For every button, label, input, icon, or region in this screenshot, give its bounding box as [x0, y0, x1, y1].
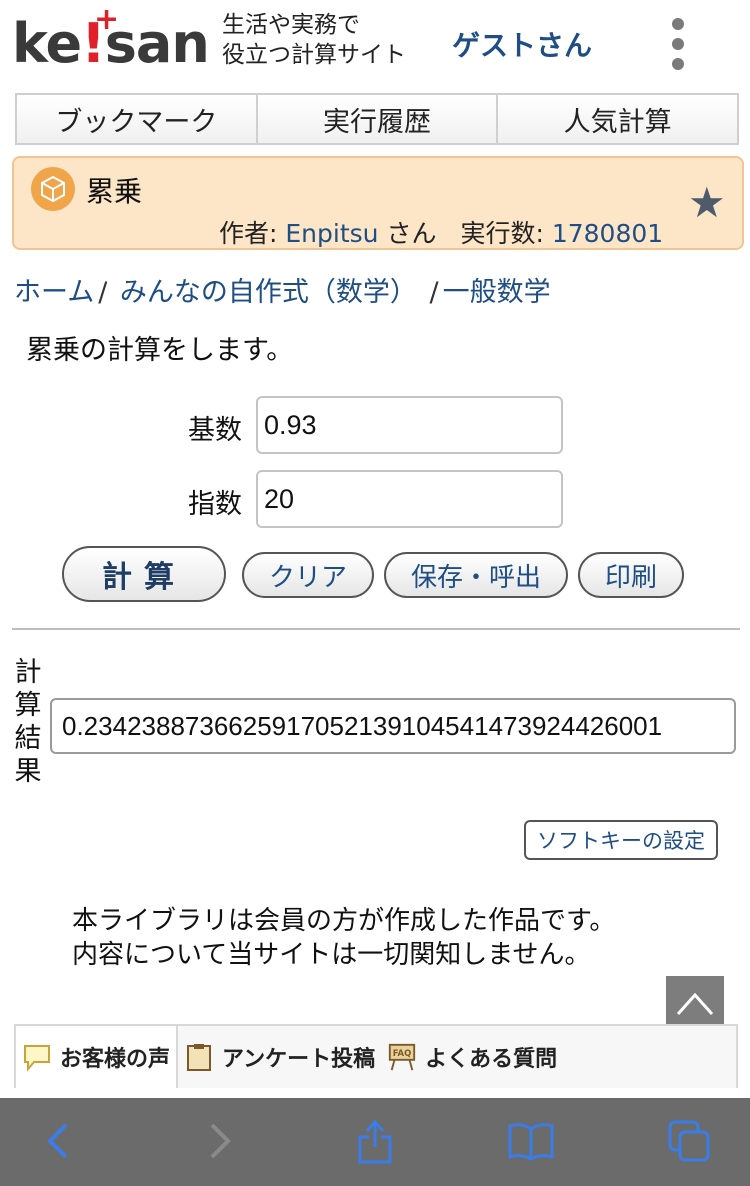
clear-button[interactable]: クリア: [242, 552, 374, 598]
tab-bookmark[interactable]: ブックマーク: [17, 95, 258, 143]
calculator-title: 累乗: [86, 175, 143, 208]
breadcrumb-category[interactable]: みんなの自作式（数学）: [120, 277, 417, 308]
kebab-menu-icon[interactable]: [668, 16, 688, 74]
disclaimer-notice: 本ライブラリは会員の方が作成した作品です。 内容について当サイトは一切関知しませ…: [72, 906, 616, 970]
base-label: 基数: [188, 415, 242, 446]
tabs-icon[interactable]: [664, 1116, 714, 1166]
tab-popular[interactable]: 人気計算: [498, 95, 738, 143]
tab-survey-post[interactable]: アンケート投稿: [178, 1026, 381, 1088]
result-label: 計算結果: [14, 657, 42, 787]
site-logo[interactable]: ke!san +: [12, 2, 212, 76]
calculate-button[interactable]: 計算: [62, 546, 226, 602]
breadcrumb-home[interactable]: ホーム: [14, 277, 94, 308]
calculator-title-box: 累乗 作者: Enpitsu さん 実行数: 1780801 ★: [12, 156, 744, 250]
base-input[interactable]: [256, 396, 563, 454]
share-icon[interactable]: [350, 1116, 400, 1166]
site-tagline: 生活や実務で 役立つ計算サイト: [222, 12, 406, 68]
star-icon[interactable]: ★: [688, 178, 726, 227]
divider: [12, 628, 740, 630]
main-tabs: ブックマーク 実行履歴 人気計算: [15, 93, 739, 145]
print-button[interactable]: 印刷: [578, 552, 684, 598]
save-load-button[interactable]: 保存・呼出: [384, 552, 568, 598]
bookmarks-icon[interactable]: [506, 1116, 556, 1166]
browser-toolbar: [0, 1098, 750, 1186]
breadcrumb-subcategory[interactable]: 一般数学: [443, 277, 551, 308]
run-count: 1780801: [551, 219, 664, 248]
tab-history[interactable]: 実行履歴: [257, 95, 499, 143]
exponent-label: 指数: [188, 489, 242, 520]
logo-plus: +: [94, 2, 120, 37]
result-output[interactable]: 0.23423887366259170521391045414739244260…: [50, 698, 736, 754]
breadcrumb: ホーム / みんなの自作式（数学） / 一般数学: [14, 277, 551, 308]
back-icon[interactable]: [34, 1116, 84, 1166]
support-tabs: お客様の声 アンケート投稿 FAQ よくある質問: [14, 1024, 738, 1088]
svg-text:FAQ: FAQ: [393, 1048, 411, 1058]
speech-bubble-icon: [22, 1042, 52, 1072]
guest-user-link[interactable]: ゲストさん: [452, 24, 592, 64]
exponent-input[interactable]: [256, 470, 563, 528]
author-link[interactable]: Enpitsu: [285, 219, 378, 248]
faq-board-icon: FAQ: [387, 1042, 417, 1072]
calculator-description: 累乗の計算をします。: [26, 335, 294, 366]
site-header: ke!san + 生活や実務で 役立つ計算サイト ゲストさん: [0, 0, 750, 88]
tab-faq[interactable]: FAQ よくある質問: [381, 1026, 563, 1088]
author-info: 作者: Enpitsu さん 実行数: 1780801: [219, 219, 664, 248]
clipboard-icon: [184, 1042, 214, 1072]
forward-icon[interactable]: [194, 1116, 244, 1166]
softkey-settings-button[interactable]: ソフトキーの設定: [524, 820, 718, 860]
tab-customer-voice[interactable]: お客様の声: [16, 1026, 179, 1088]
cube-icon: [31, 167, 75, 211]
